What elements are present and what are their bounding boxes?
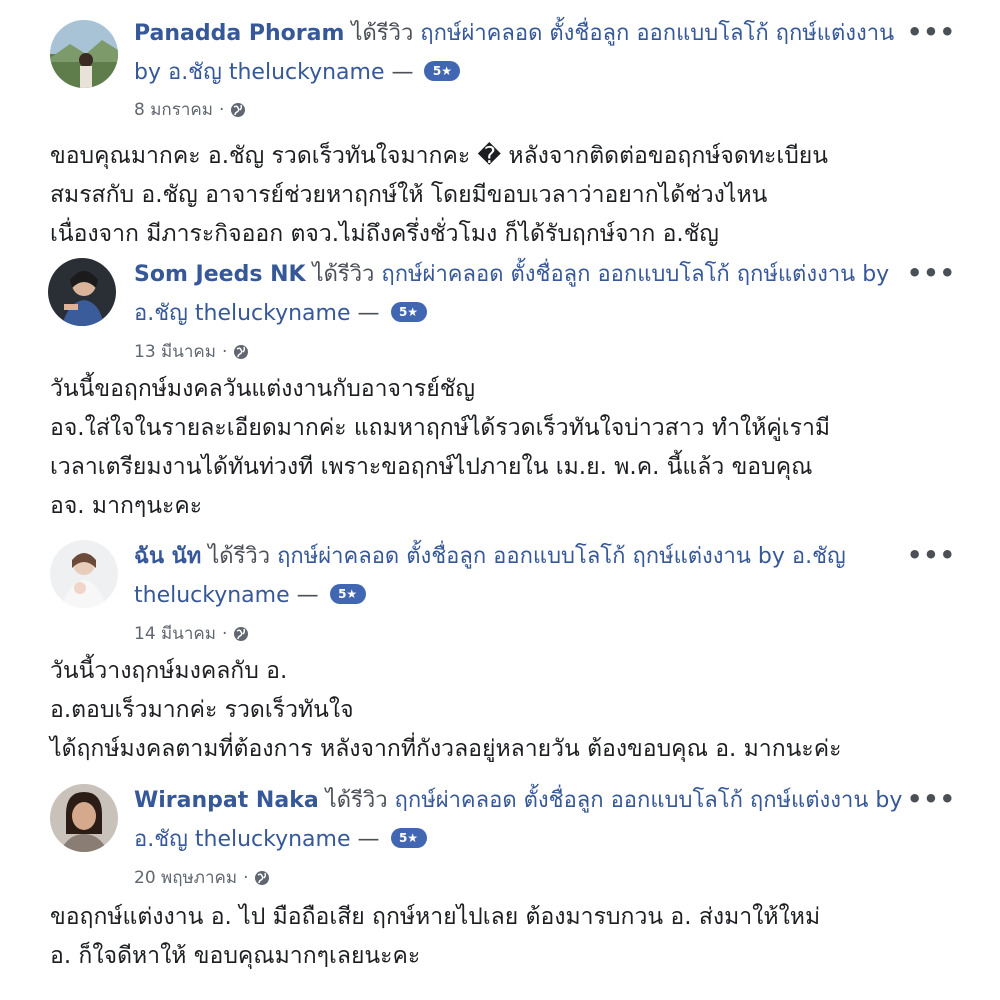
review-header: Wiranpat Naka ได้รีวิว ฤกษ์ผ่าคลอด ตั้งช… [134, 781, 914, 859]
review-line: อจ. มากๆนะคะ [50, 493, 203, 519]
review-header: ฉัน นัท ได้รีวิว ฤกษ์ผ่าคลอด ตั้งชื่อลูก… [134, 537, 914, 615]
review-line: วันนี้วางฤกษ์มงคลกับ อ. [50, 658, 288, 684]
post-meta: 8 มกราคม · [134, 96, 246, 123]
review-body: วันนี้วางฤกษ์มงคลกับ อ. อ.ตอบเร็วมากค่ะ … [50, 652, 970, 769]
more-options-icon[interactable]: ••• [907, 261, 956, 285]
review-body: ขอฤกษ์แต่งงาน อ. ไป มือถือเสีย ฤกษ์หายไป… [50, 898, 970, 976]
more-options-icon[interactable]: ••• [907, 20, 956, 44]
separator: — [391, 60, 414, 85]
meta-dot: · [222, 623, 228, 644]
more-options-icon[interactable]: ••• [907, 787, 956, 811]
rating-badge: 5★ [390, 302, 427, 322]
globe-icon [234, 626, 249, 641]
author-name[interactable]: Som Jeeds NK [134, 262, 306, 287]
meta-dot: · [243, 867, 249, 888]
post-meta: 13 มีนาคม · [134, 338, 249, 365]
author-name[interactable]: ฉัน นัท [134, 544, 201, 569]
post-date[interactable]: 14 มีนาคม [134, 620, 216, 647]
review-line: สมรสกับ อ.ชัญ อาจารย์ช่วยหาฤกษ์ให้ โดยมี… [50, 182, 768, 208]
review-line: อจ.ใส่ใจในรายละเอียดมากค่ะ แถมหาฤกษ์ได้ร… [50, 415, 831, 441]
review-header: Som Jeeds NK ได้รีวิว ฤกษ์ผ่าคลอด ตั้งชื… [134, 255, 914, 333]
review-line: วันนี้ขอฤกษ์มงคลวันแต่งงานกับอาจารย์ชัญ [50, 376, 475, 402]
avatar[interactable] [48, 258, 116, 326]
globe-icon [231, 102, 246, 117]
review-line: เวลาเตรียมงานได้ทันท่วงที เพราะขอฤกษ์ไปภ… [50, 454, 813, 480]
post-meta: 20 พฤษภาคม · [134, 864, 270, 891]
review-feed: Panadda Phoram ได้รีวิว ฤกษ์ผ่าคลอด ตั้ง… [0, 0, 1000, 1000]
post-date[interactable]: 13 มีนาคม [134, 338, 216, 365]
review-line: ขอฤกษ์แต่งงาน อ. ไป มือถือเสีย ฤกษ์หายไป… [50, 904, 821, 930]
separator: — [357, 301, 380, 326]
review-body: ขอบคุณมากคะ อ.ชัญ รวดเร็วทันใจมากคะ � หล… [50, 137, 970, 254]
review-line: เนื่องจาก มีภาระกิจออก ตจว.ไม่ถึงครึ่งชั… [50, 221, 719, 247]
author-name[interactable]: Wiranpat Naka [134, 788, 319, 813]
review-action-text: ได้รีวิว [351, 21, 414, 46]
review-line: อ. ก็ใจดีหาให้ ขอบคุณมากๆเลยนะคะ [50, 943, 421, 969]
rating-badge: 5★ [329, 584, 366, 604]
separator: — [357, 827, 380, 852]
review-line: อ.ตอบเร็วมากค่ะ รวดเร็วทันใจ [50, 697, 354, 723]
post-date[interactable]: 8 มกราคม [134, 96, 213, 123]
rating-badge: 5★ [390, 828, 427, 848]
globe-icon [234, 344, 249, 359]
meta-dot: · [222, 341, 228, 362]
review-line: ขอบคุณมากคะ อ.ชัญ รวดเร็วทันใจมากคะ � หล… [50, 143, 828, 169]
rating-badge: 5★ [424, 61, 461, 81]
author-name[interactable]: Panadda Phoram [134, 21, 344, 46]
review-header: Panadda Phoram ได้รีวิว ฤกษ์ผ่าคลอด ตั้ง… [134, 14, 914, 92]
avatar[interactable] [50, 784, 118, 852]
post-date[interactable]: 20 พฤษภาคม [134, 864, 237, 891]
meta-dot: · [218, 99, 225, 120]
avatar[interactable] [50, 540, 118, 608]
review-action-text: ได้รีวิว [325, 788, 388, 813]
globe-icon [255, 870, 270, 885]
avatar[interactable] [50, 20, 118, 88]
review-action-text: ได้รีวิว [312, 262, 375, 287]
review-body: วันนี้ขอฤกษ์มงคลวันแต่งงานกับอาจารย์ชัญ … [50, 370, 970, 526]
separator: — [296, 583, 319, 608]
review-action-text: ได้รีวิว [208, 544, 271, 569]
post-meta: 14 มีนาคม · [134, 620, 249, 647]
more-options-icon[interactable]: ••• [907, 543, 956, 567]
review-line: ได้ฤกษ์มงคลตามที่ต้องการ หลังจากที่กังวล… [50, 736, 842, 762]
